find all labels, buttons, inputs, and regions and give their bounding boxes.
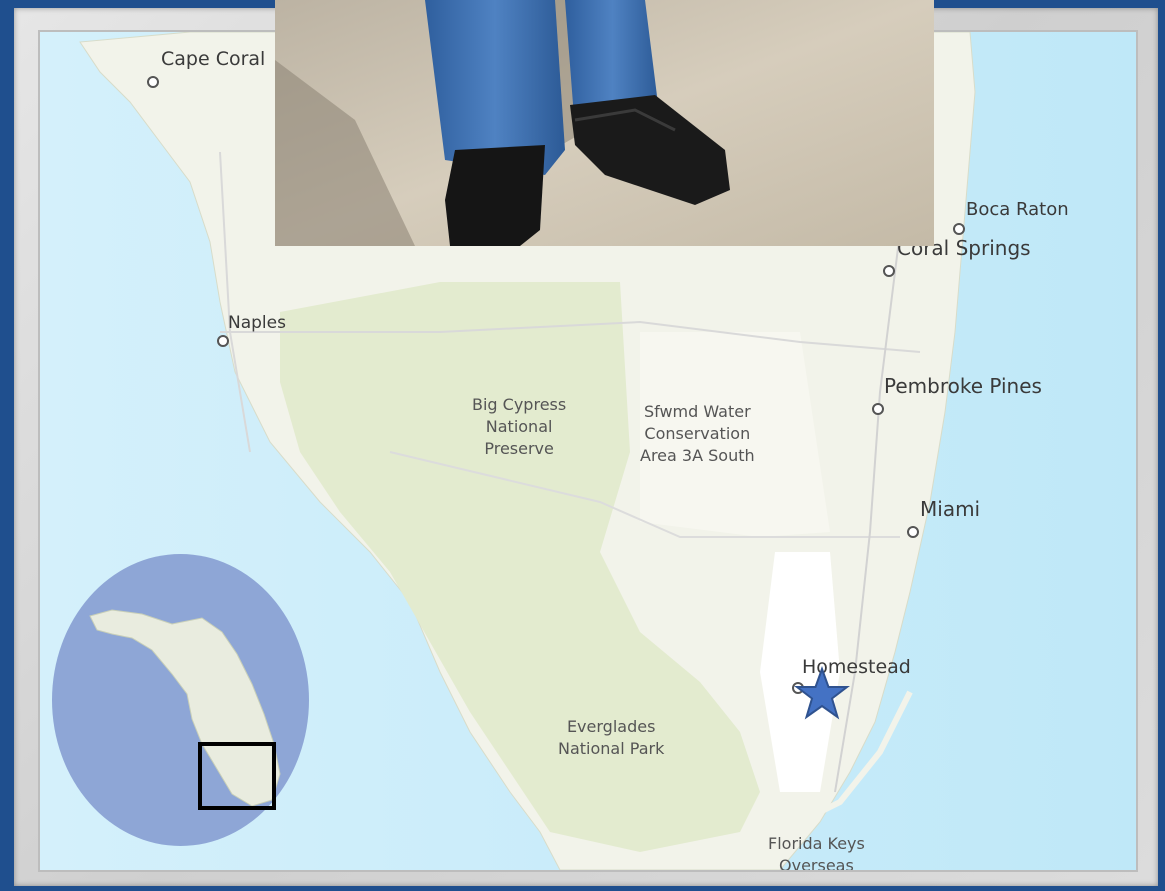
coral-springs-dot bbox=[883, 265, 895, 277]
area-label-sfwmd: Sfwmd Water Conservation Area 3A South bbox=[640, 402, 755, 465]
city-label-pembroke-pines: Pembroke Pines bbox=[884, 374, 1042, 398]
boca-raton-dot bbox=[953, 223, 965, 235]
shoes-photo bbox=[275, 0, 934, 246]
florida-inset-map bbox=[52, 554, 309, 846]
area-label-big-cypress: Big Cypress National Preserve bbox=[472, 395, 567, 458]
area-label-florida-keys: Florida Keys Overseas bbox=[768, 834, 865, 870]
area-label-everglades: Everglades National Park bbox=[558, 717, 665, 758]
city-label-cape-coral: Cape Coral bbox=[161, 48, 266, 70]
naples-dot bbox=[217, 335, 229, 347]
location-star-icon bbox=[794, 666, 850, 722]
miami-dot bbox=[907, 526, 919, 538]
cape-coral-dot bbox=[147, 76, 159, 88]
city-label-naples: Naples bbox=[228, 313, 286, 333]
pembroke-pines-dot bbox=[872, 403, 884, 415]
city-label-miami: Miami bbox=[920, 497, 981, 521]
city-label-boca-raton: Boca Raton bbox=[966, 199, 1069, 220]
